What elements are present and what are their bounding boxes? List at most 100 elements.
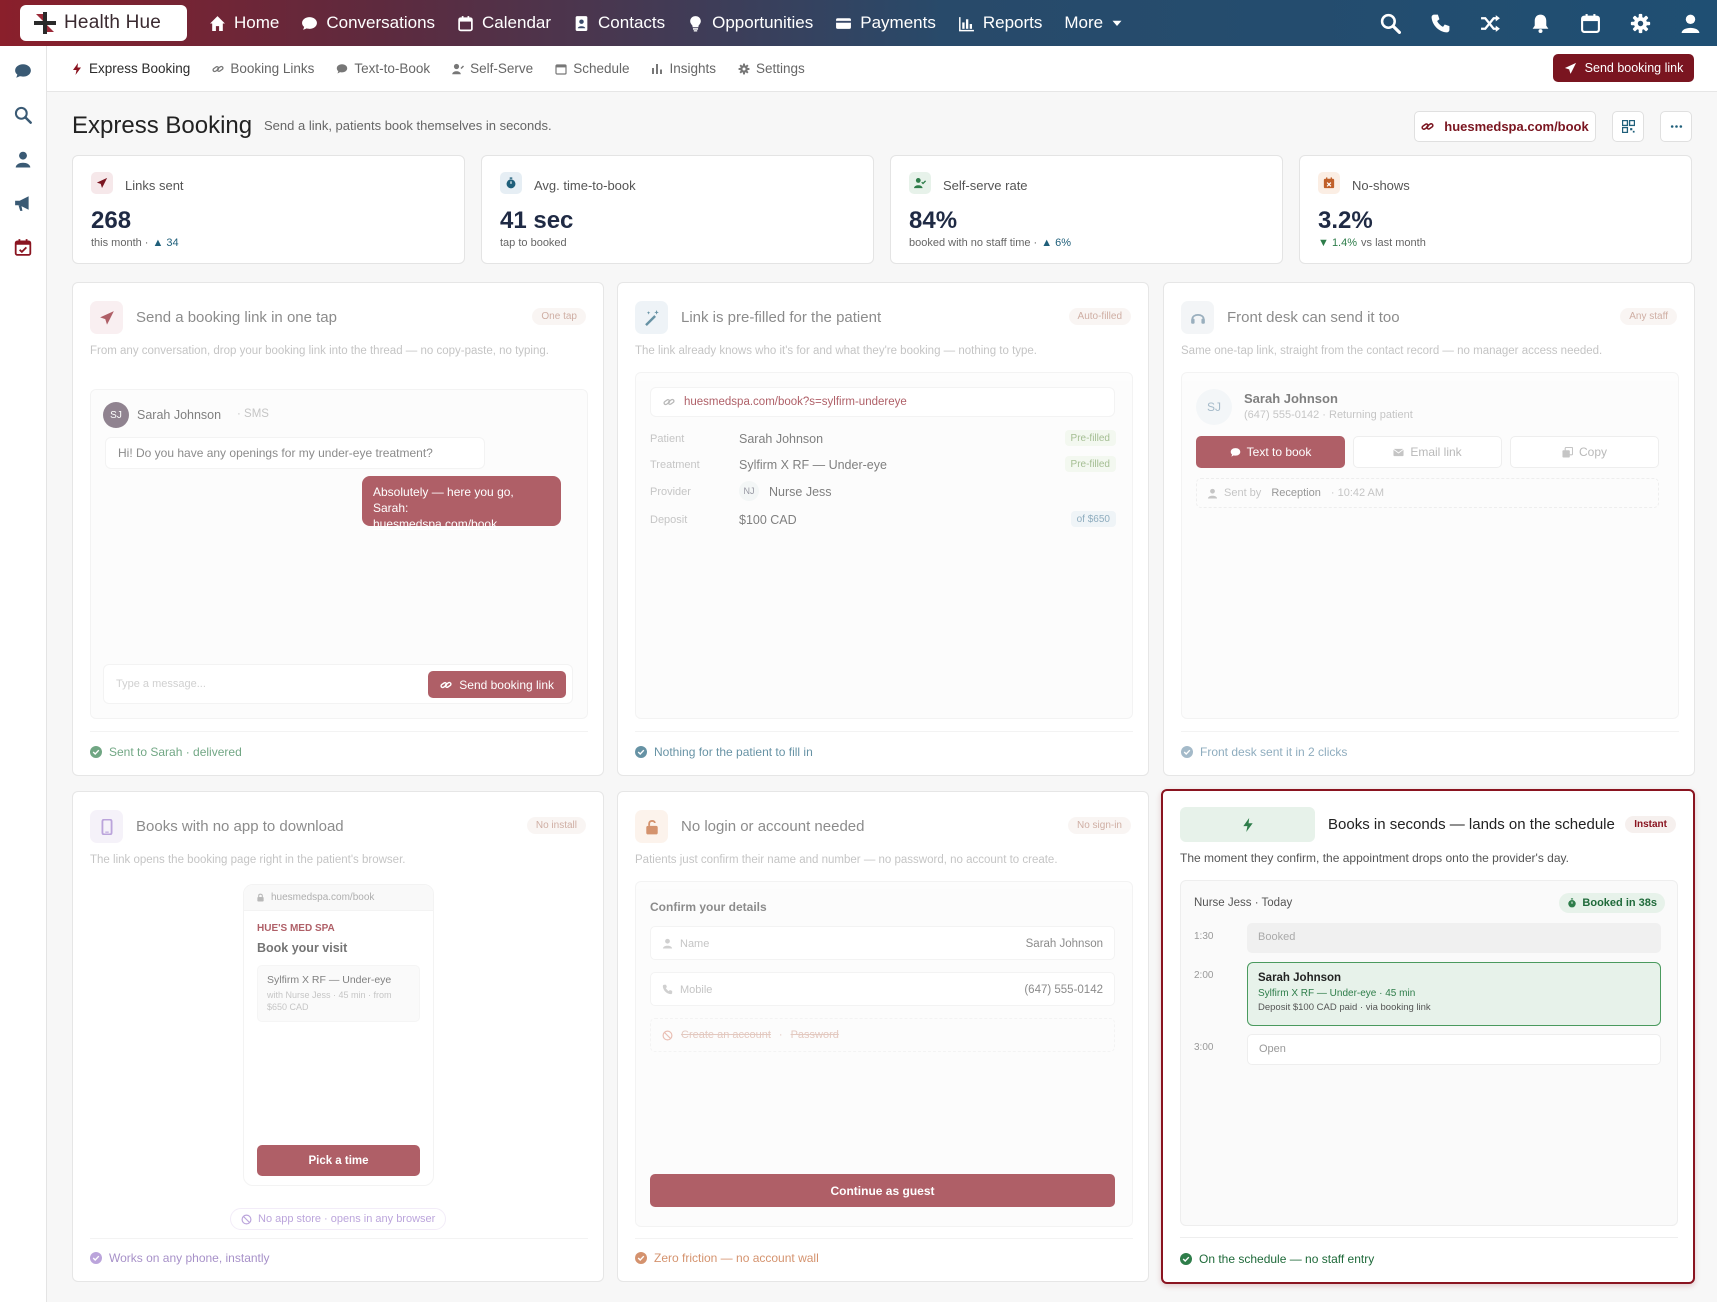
- copy-link-button[interactable]: Copy: [1510, 436, 1659, 468]
- row-value: Sylfirm X RF — Under-eye: [739, 458, 887, 472]
- nav-payments[interactable]: Payments: [835, 13, 936, 33]
- card-footer: Front desk sent it in 2 clicks: [1181, 745, 1347, 759]
- search-icon[interactable]: [1380, 13, 1401, 34]
- send-icon: [96, 177, 108, 188]
- new-appointment-block[interactable]: Sarah Johnson Sylfirm X RF — Under-eye ·…: [1247, 962, 1661, 1026]
- card-description: The link already knows who it's for and …: [635, 345, 1038, 357]
- tab-booking-links[interactable]: Booking Links: [212, 46, 314, 92]
- nav-contacts[interactable]: Contacts: [573, 13, 665, 33]
- field-label: Name: [680, 938, 710, 950]
- headset-icon: [1190, 313, 1205, 324]
- note-text: No app store · opens in any browser: [258, 1213, 436, 1225]
- credit-card-icon: [836, 17, 852, 29]
- card-divider: [635, 731, 1133, 732]
- mobile-field[interactable]: Mobile (647) 555-0142: [650, 972, 1115, 1006]
- send-booking-link-button[interactable]: Send booking link: [1553, 54, 1694, 82]
- no-app-note: No app store · opens in any browser: [230, 1208, 447, 1230]
- user-icon[interactable]: [14, 150, 32, 168]
- phone-icon[interactable]: [1430, 13, 1451, 34]
- contact-name: Sarah Johnson: [137, 408, 222, 422]
- nav-opportunities[interactable]: Opportunities: [687, 13, 813, 33]
- user-check-icon: [914, 178, 926, 189]
- text-to-book-button[interactable]: Text to book: [1196, 436, 1345, 468]
- tab-schedule[interactable]: Schedule: [555, 46, 629, 92]
- nav-more[interactable]: More: [1064, 13, 1123, 33]
- calendar-check-icon[interactable]: [14, 238, 32, 256]
- tab-label: Booking Links: [230, 61, 315, 76]
- nav-reports[interactable]: Reports: [958, 13, 1042, 33]
- booking-url-button[interactable]: huesmedspa.com/book: [1414, 111, 1596, 142]
- contact-name: Sarah Johnson: [1244, 391, 1338, 406]
- continue-as-guest-button[interactable]: Continue as guest: [650, 1174, 1115, 1207]
- stat-value: 268: [91, 207, 132, 234]
- card-footer: Sent to Sarah · delivered: [90, 745, 242, 759]
- stopwatch-icon: [1568, 898, 1577, 908]
- calendar-icon: [555, 63, 567, 75]
- email-link-button[interactable]: Email link: [1353, 436, 1502, 468]
- stat-foot: ▼ 1.4% vs last month: [1318, 237, 1426, 249]
- card-icon-bg: [635, 301, 668, 334]
- card-title: Send a booking link in one tap: [136, 309, 337, 326]
- check-circle-icon: [1180, 1253, 1192, 1265]
- nav-conversations[interactable]: Conversations: [301, 13, 435, 33]
- tab-insights[interactable]: Insights: [651, 46, 716, 92]
- gear-icon[interactable]: [1630, 13, 1651, 34]
- stat-foot-text: vs last month: [1361, 237, 1426, 249]
- page-title: Express Booking: [72, 112, 253, 139]
- bell-icon[interactable]: [1530, 13, 1551, 34]
- struck-password: Password: [790, 1029, 839, 1041]
- stat-value: 41 sec: [500, 207, 574, 234]
- footer-text: Nothing for the patient to fill in: [654, 745, 813, 759]
- nav-calendar[interactable]: Calendar: [457, 13, 551, 33]
- nav-label: Home: [234, 13, 280, 32]
- megaphone-icon[interactable]: [14, 194, 32, 212]
- composer-send-button[interactable]: Send booking link: [428, 671, 566, 698]
- stat-label: No-shows: [1352, 178, 1410, 193]
- sub-nav: Express Booking Booking Links Text-to-Bo…: [47, 46, 1717, 92]
- appointment-detail: Sylfirm X RF — Under-eye · 45 min: [1258, 988, 1416, 999]
- shuffle-icon[interactable]: [1480, 13, 1501, 34]
- deposit-tag: of $650: [1070, 511, 1116, 527]
- nav-home[interactable]: Home: [209, 13, 279, 33]
- conversation-panel: SJ Sarah Johnson · SMS Hi! Do you have a…: [90, 389, 588, 719]
- app-logo[interactable]: Health Hue: [20, 5, 187, 41]
- field-value: (647) 555-0142: [1024, 984, 1103, 996]
- channel-label: · SMS: [237, 408, 269, 420]
- calendar-icon[interactable]: [1580, 13, 1601, 34]
- more-options-button[interactable]: [1660, 111, 1692, 142]
- avatar: SJ: [1196, 389, 1232, 425]
- tab-settings[interactable]: Settings: [738, 46, 805, 92]
- card-footer: Zero friction — no account wall: [635, 1251, 819, 1265]
- tab-express-booking[interactable]: Express Booking: [71, 46, 190, 92]
- message-composer[interactable]: Type a message... Send booking link: [103, 664, 573, 704]
- calendar-x-icon: [1323, 177, 1335, 189]
- name-field[interactable]: Name Sarah Johnson: [650, 926, 1115, 960]
- card-one-tap: Send a booking link in one tap One tap F…: [72, 282, 604, 776]
- check-circle-icon: [635, 1252, 647, 1264]
- check-circle-icon: [90, 746, 102, 758]
- stat-foot-text: this month ·: [91, 237, 149, 249]
- search-icon[interactable]: [14, 106, 32, 124]
- tab-text-to-book[interactable]: Text-to-Book: [336, 46, 430, 92]
- provider-schedule-panel: Nurse Jess · Today Booked in 38s 1:30 Bo…: [1180, 880, 1678, 1226]
- blocked-icon: [662, 1030, 673, 1040]
- stat-foot-text: booked with no staff time ·: [909, 237, 1038, 249]
- slot-time: 2:00: [1194, 970, 1214, 981]
- tab-self-serve[interactable]: Self-Serve: [452, 46, 533, 92]
- reply-link[interactable]: huesmedspa.com/book: [373, 516, 550, 532]
- mobile-phone-icon: [101, 818, 112, 835]
- card-title: Books with no app to download: [136, 818, 344, 835]
- qr-code-button[interactable]: [1612, 111, 1644, 142]
- user-icon[interactable]: [1680, 13, 1701, 34]
- sent-by-name: Reception: [1271, 487, 1321, 499]
- chat-icon[interactable]: [14, 62, 32, 80]
- card-icon-bg: [635, 810, 668, 843]
- composer-placeholder: Type a message...: [116, 678, 206, 690]
- slot-time: 3:00: [1194, 1042, 1214, 1053]
- pick-a-time-button[interactable]: Pick a time: [257, 1145, 420, 1176]
- service-card[interactable]: Sylfirm X RF — Under-eye with Nurse Jess…: [257, 965, 420, 1022]
- prefilled-url-field[interactable]: huesmedspa.com/book?s=sylfirm-undereye: [650, 387, 1115, 417]
- home-icon: [210, 15, 225, 31]
- stopwatch-icon: [506, 177, 516, 189]
- slot-open[interactable]: Open: [1247, 1034, 1661, 1065]
